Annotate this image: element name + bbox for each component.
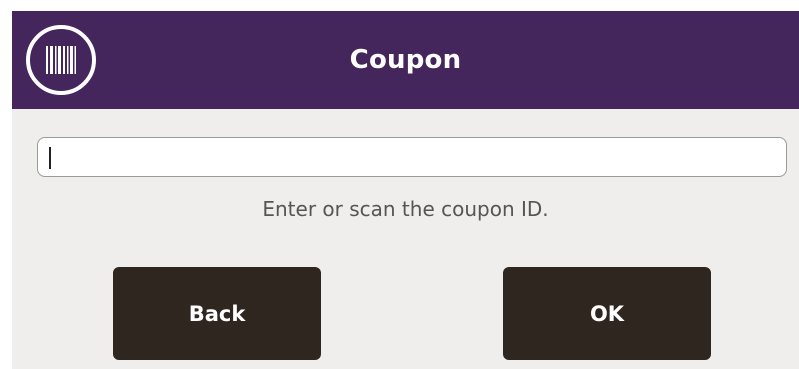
ok-button[interactable]: OK <box>503 267 711 360</box>
dialog-header: Coupon <box>12 11 799 109</box>
dialog-title: Coupon <box>349 45 462 75</box>
instruction-text: Enter or scan the coupon ID. <box>262 197 549 221</box>
text-caret <box>49 147 51 169</box>
coupon-id-field-wrapper <box>37 137 787 177</box>
screen: Coupon Enter or scan the coupon ID. Back… <box>0 0 799 369</box>
coupon-id-input[interactable] <box>38 138 786 176</box>
coupon-dialog: Coupon Enter or scan the coupon ID. Back… <box>12 11 799 369</box>
back-button[interactable]: Back <box>113 267 321 360</box>
